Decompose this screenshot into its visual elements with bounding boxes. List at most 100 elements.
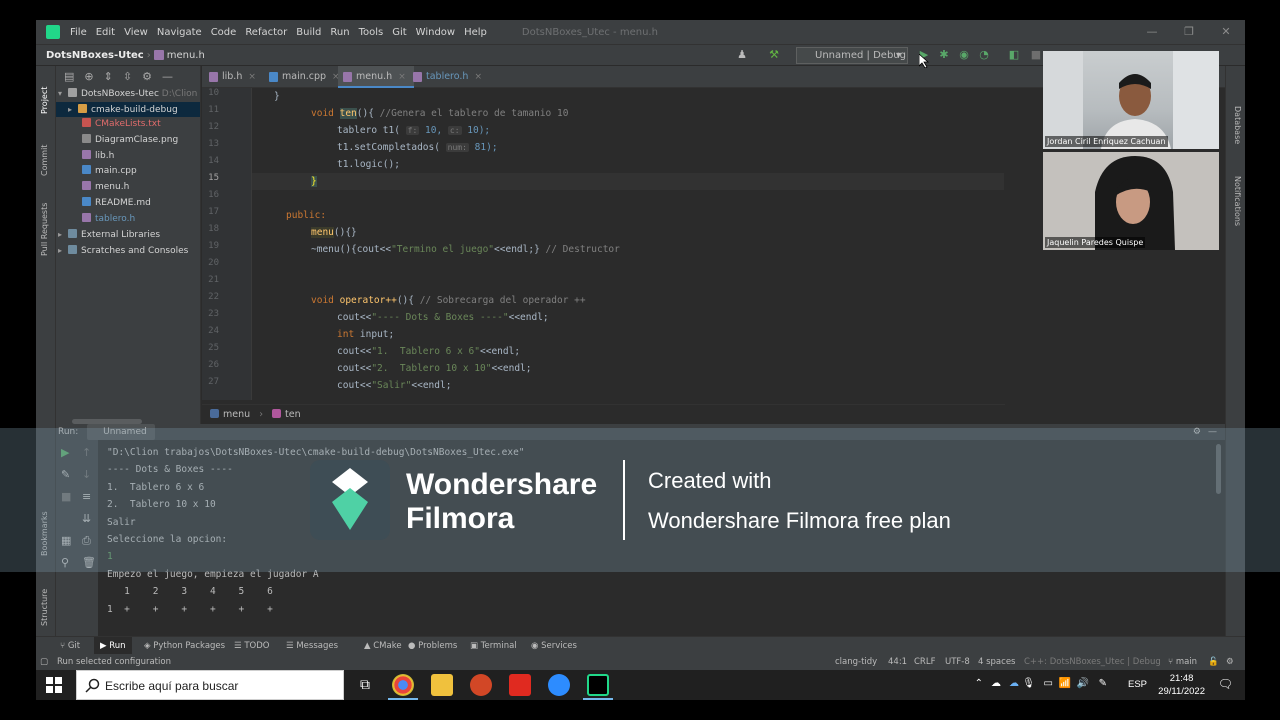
caret-position[interactable]: 44:1 [888,654,907,670]
attach-icon[interactable]: ◧ [1008,49,1020,61]
tree-item-cmakelists[interactable]: CMakeLists.txt [56,117,200,133]
task-view-icon[interactable]: ⧉ [354,674,376,696]
expand-all-icon[interactable]: ⇕ [104,70,113,83]
clang-tidy-widget[interactable]: clang-tidy [835,654,877,670]
menu-view[interactable]: View [124,27,148,38]
lock-icon[interactable]: 🔓 [1208,654,1219,670]
profile-icon[interactable]: ◔ [978,49,990,61]
messages-tool-button[interactable]: ☰ Messages [286,637,338,655]
line-separator[interactable]: CRLF [914,654,935,670]
code-editor[interactable]: } void ten(){ //Genera el tablero de tam… [252,88,1004,400]
tree-item-main-cpp[interactable]: main.cpp [56,164,200,180]
commit-tool-tab[interactable]: Commit [40,145,49,176]
cloud-icon[interactable]: ☁ [1009,678,1019,689]
taskbar-search-placeholder: Escribe aquí para buscar [105,679,239,693]
menu-code[interactable]: Code [211,27,237,38]
locate-icon[interactable]: ⊕ [84,70,93,83]
minimize-icon[interactable]: — [1134,20,1170,44]
memory-icon[interactable]: ⚙ [1226,654,1234,670]
tree-external-libraries[interactable]: ▸ External Libraries [56,227,200,243]
breadcrumb-project[interactable]: DotsNBoxes-Utec [46,50,144,61]
notification-center-icon[interactable]: 🗨 [1218,677,1233,691]
terminal-tool-button[interactable]: ▣ Terminal [470,637,517,655]
menu-help[interactable]: Help [464,27,487,38]
problems-tool-button[interactable]: ● Problems [408,637,457,655]
stop-icon[interactable]: ■ [1030,49,1042,61]
zoom-icon[interactable] [548,674,570,696]
microphone-icon[interactable]: 🎙 [1022,678,1035,689]
user-icon[interactable]: ♟ [736,49,748,61]
menu-window[interactable]: Window [416,27,455,38]
taskbar-search-box[interactable]: Escribe aquí para buscar [76,670,344,700]
expand-icon[interactable]: ▤ [64,70,74,83]
pull-requests-tool-tab[interactable]: Pull Requests [40,203,49,256]
gear-icon[interactable]: ⚙ [142,70,152,83]
code-breadcrumb-item[interactable]: menu [223,409,250,420]
tab-tablero-h[interactable]: tablero.h × [408,66,490,88]
run-configuration-select[interactable]: Unnamed | Debug ▾ [796,47,908,64]
hammer-icon[interactable]: ⚒ [768,49,780,61]
file-encoding[interactable]: UTF-8 [945,654,970,670]
git-tool-button[interactable]: ⑂ Git [60,637,80,655]
clion-icon[interactable] [587,674,609,696]
coverage-icon[interactable]: ◉ [958,49,970,61]
parameter-hint: f: [405,126,420,135]
menu-run[interactable]: Run [330,27,349,38]
menu-build[interactable]: Build [296,27,321,38]
tree-item-menu-h[interactable]: menu.h [56,180,200,196]
tab-menu-h[interactable]: menu.h × [338,66,414,88]
code-breadcrumbs: menu › ten [202,404,1005,424]
language-indicator[interactable]: ESP [1128,670,1147,700]
collapse-all-icon[interactable]: ⇳ [123,70,132,83]
menu-file[interactable]: File [70,27,87,38]
python-packages-tool-button[interactable]: ◈ Python Packages [144,637,225,655]
menu-navigate[interactable]: Navigate [157,27,202,38]
taskbar-clock[interactable]: 21:48 29/11/2022 [1158,672,1205,698]
tab-lib-h[interactable]: lib.h × [204,66,264,88]
pen-icon[interactable]: ✎ [1099,678,1107,689]
file-explorer-icon[interactable] [431,674,453,696]
battery-icon[interactable]: ▭ [1044,678,1053,689]
menu-edit[interactable]: Edit [96,27,115,38]
network-icon[interactable]: 📶 [1059,678,1071,689]
close-icon[interactable]: × [398,72,406,82]
services-tool-button[interactable]: ◉ Services [531,637,577,655]
restore-icon[interactable]: ❐ [1171,20,1207,44]
structure-tool-tab[interactable]: Structure [40,589,49,626]
tab-main-cpp[interactable]: main.cpp × [264,66,348,88]
tree-item-lib-h[interactable]: lib.h [56,149,200,165]
powerpoint-icon[interactable] [470,674,492,696]
onedrive-icon[interactable]: ☁ [991,678,1001,689]
acrobat-icon[interactable] [509,674,531,696]
debug-icon[interactable]: ✱ [938,49,950,61]
cmake-tool-button[interactable]: ▲ CMake [364,637,402,655]
tree-item-cmake-build-debug[interactable]: ▸ cmake-build-debug [56,101,200,118]
menu-refactor[interactable]: Refactor [245,27,287,38]
resolve-context[interactable]: C++: DotsNBoxes_Utec | Debug [1024,654,1161,670]
git-branch[interactable]: ⑂ main [1168,654,1197,670]
project-toolbar: ▤ ⊕ ⇕ ⇳ ⚙ — [56,66,200,86]
notifications-tool-tab[interactable]: Notifications [1233,176,1242,226]
tree-scratches[interactable]: ▸ Scratches and Consoles [56,243,200,259]
close-icon[interactable]: × [474,72,482,82]
menu-git[interactable]: Git [392,27,406,38]
menu-tools[interactable]: Tools [359,27,384,38]
chrome-icon[interactable] [392,674,414,696]
run-tool-button[interactable]: ▶ Run [94,637,132,655]
tree-item-readme[interactable]: README.md [56,196,200,212]
chevron-up-icon[interactable]: ⌃ [975,678,983,689]
todo-tool-button[interactable]: ☰ TODO [234,637,269,655]
hide-icon[interactable]: — [162,70,173,83]
windows-start-icon[interactable] [46,677,62,693]
breadcrumb-file[interactable]: menu.h [167,50,205,61]
tree-item-diagramclase[interactable]: DiagramClase.png [56,133,200,149]
indent-setting[interactable]: 4 spaces [978,654,1015,670]
volume-icon[interactable]: 🔊 [1077,678,1089,689]
database-tool-tab[interactable]: Database [1233,106,1242,144]
close-icon[interactable]: × [248,72,256,82]
close-icon[interactable]: ✕ [1208,20,1244,44]
tree-root[interactable]: ▾ DotsNBoxes-Utec D:\Clion [56,86,200,102]
project-tool-tab[interactable]: Project [40,87,49,114]
code-breadcrumb-item[interactable]: ten [285,409,301,420]
tree-item-tablero-h[interactable]: tablero.h [56,212,200,228]
